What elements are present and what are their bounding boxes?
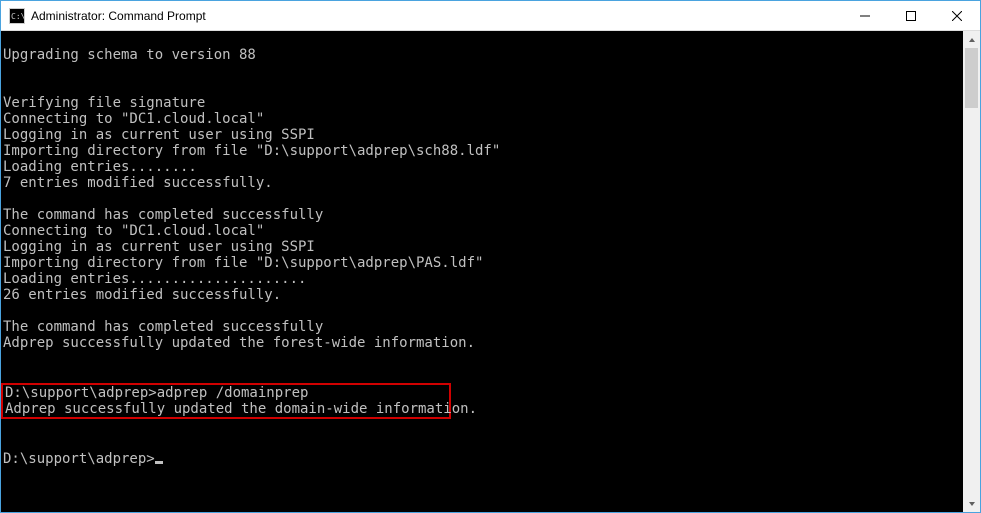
console-line: Upgrading schema to version 88 bbox=[3, 47, 963, 63]
console-line bbox=[3, 351, 963, 367]
console-line: Logging in as current user using SSPI bbox=[3, 127, 963, 143]
console-line bbox=[3, 435, 963, 451]
console-output[interactable]: Upgrading schema to version 88 Verifying … bbox=[1, 31, 963, 512]
cursor-icon bbox=[155, 461, 163, 464]
console-line bbox=[3, 419, 963, 435]
maximize-button[interactable] bbox=[888, 1, 934, 30]
scroll-up-arrow-icon[interactable] bbox=[963, 31, 980, 48]
console-line: Verifying file signature bbox=[3, 95, 963, 111]
console-line: Importing directory from file "D:\suppor… bbox=[3, 143, 963, 159]
vertical-scrollbar[interactable] bbox=[963, 31, 980, 512]
console-line bbox=[3, 303, 963, 319]
close-button[interactable] bbox=[934, 1, 980, 30]
cmd-icon: C:\ bbox=[9, 8, 25, 24]
console-line bbox=[3, 63, 963, 79]
console-line: 7 entries modified successfully. bbox=[3, 175, 963, 191]
console-line: Adprep successfully updated the domain-w… bbox=[3, 401, 449, 417]
console-line: Importing directory from file "D:\suppor… bbox=[3, 255, 963, 271]
console-line: Loading entries..................... bbox=[3, 271, 963, 287]
scroll-thumb[interactable] bbox=[965, 48, 978, 108]
console-line: Connecting to "DC1.cloud.local" bbox=[3, 223, 963, 239]
console-line: Adprep successfully updated the forest-w… bbox=[3, 335, 963, 351]
console-line: Connecting to "DC1.cloud.local" bbox=[3, 111, 963, 127]
minimize-button[interactable] bbox=[842, 1, 888, 30]
console-line: The command has completed successfully bbox=[3, 207, 963, 223]
console-line: Logging in as current user using SSPI bbox=[3, 239, 963, 255]
highlight-annotation: D:\support\adprep>adprep /domainprepAdpr… bbox=[1, 383, 451, 419]
command-prompt-window: C:\ Administrator: Command Prompt Upgrad… bbox=[0, 0, 981, 513]
console-line bbox=[3, 31, 963, 47]
console-line bbox=[3, 191, 963, 207]
window-controls bbox=[842, 1, 980, 30]
client-area: Upgrading schema to version 88 Verifying … bbox=[1, 31, 980, 512]
console-line: D:\support\adprep>adprep /domainprep bbox=[3, 385, 449, 401]
console-line: Loading entries........ bbox=[3, 159, 963, 175]
window-title: Administrator: Command Prompt bbox=[31, 9, 206, 23]
scroll-down-arrow-icon[interactable] bbox=[963, 495, 980, 512]
console-line bbox=[3, 79, 963, 95]
prompt-line[interactable]: D:\support\adprep> bbox=[3, 451, 963, 467]
svg-text:C:\: C:\ bbox=[11, 12, 25, 21]
prompt-text: D:\support\adprep> bbox=[3, 451, 155, 467]
console-line: The command has completed successfully bbox=[3, 319, 963, 335]
titlebar[interactable]: C:\ Administrator: Command Prompt bbox=[1, 1, 980, 31]
console-line: 26 entries modified successfully. bbox=[3, 287, 963, 303]
console-line bbox=[3, 367, 963, 383]
